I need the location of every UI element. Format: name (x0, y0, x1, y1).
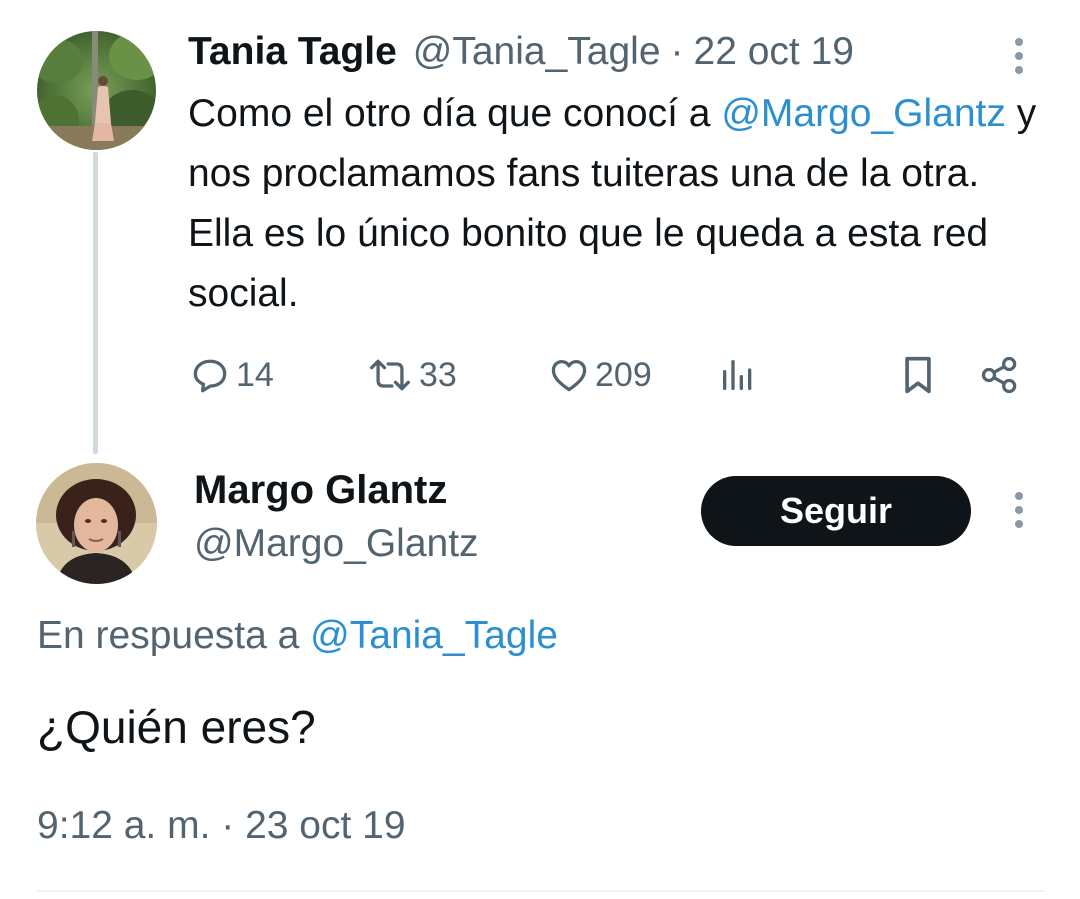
divider (37, 890, 1045, 892)
tweet1-display-name[interactable]: Tania Tagle (188, 30, 397, 74)
tweet1-handle[interactable]: @Tania_Tagle (413, 30, 661, 74)
heart-icon (551, 359, 587, 392)
retweet-count: 33 (419, 355, 457, 394)
more-vertical-icon[interactable] (1014, 38, 1024, 74)
tweet1-text-part1: Como el otro día que conocí a (188, 92, 722, 135)
tweet2-text: ¿Quién eres? (37, 701, 316, 753)
share-button[interactable] (978, 350, 1022, 400)
tweet2-display-name[interactable]: Margo Glantz (194, 468, 447, 513)
speech-bubble-icon (193, 359, 227, 393)
tweet1-date[interactable]: 22 oct 19 (694, 30, 854, 74)
tweet2-timestamp[interactable]: 9:12 a. m. · 23 oct 19 (37, 804, 406, 848)
share-icon (981, 356, 1017, 394)
thread-connector-line (93, 152, 98, 454)
tweet2-handle[interactable]: @Margo_Glantz (194, 522, 479, 566)
bookmark-icon (905, 356, 931, 394)
more-vertical-icon[interactable] (1014, 492, 1024, 528)
bar-chart-icon (723, 360, 752, 390)
like-button[interactable]: 209 (547, 350, 652, 400)
reply-count: 14 (236, 355, 274, 394)
avatar-tania-tagle[interactable] (37, 31, 156, 150)
retweet-icon (370, 359, 410, 391)
separator-dot: · (670, 30, 684, 73)
bookmark-button[interactable] (898, 350, 938, 400)
views-button[interactable] (718, 350, 758, 400)
reply-context: En respuesta a @Tania_Tagle (37, 614, 558, 658)
retweet-button[interactable]: 33 (365, 350, 457, 400)
tweet1-text: Como el otro día que conocí a @Margo_Gla… (188, 84, 1048, 324)
avatar-margo-glantz[interactable] (36, 463, 157, 584)
like-count: 209 (595, 355, 652, 394)
reply-to-mention-link[interactable]: @Tania_Tagle (310, 614, 558, 657)
follow-button[interactable]: Seguir (701, 476, 971, 546)
reply-button[interactable]: 14 (188, 350, 274, 400)
reply-prefix: En respuesta a (37, 614, 311, 657)
tweet1-mention-link[interactable]: @Margo_Glantz (721, 92, 1006, 135)
tweet1-header: Tania Tagle @Tania_Tagle · 22 oct 19 (188, 24, 854, 80)
